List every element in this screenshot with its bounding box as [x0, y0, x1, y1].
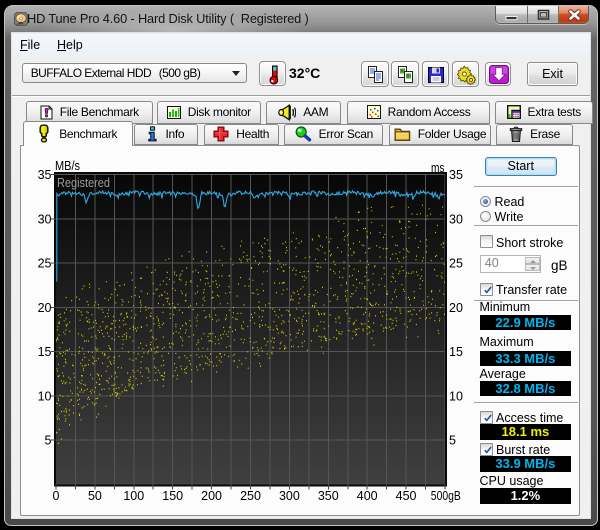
svg-text:25: 25: [38, 257, 52, 271]
svg-text:250: 250: [240, 489, 261, 503]
svg-text:15: 15: [449, 345, 463, 359]
svg-text:450: 450: [396, 489, 417, 503]
svg-text:35: 35: [38, 168, 52, 182]
svg-text:5: 5: [45, 434, 52, 448]
svg-text:150: 150: [162, 489, 183, 503]
svg-text:100: 100: [123, 489, 144, 503]
svg-text:200: 200: [201, 489, 222, 503]
svg-text:0: 0: [53, 489, 60, 503]
svg-text:500gB: 500gB: [431, 489, 461, 503]
svg-text:MB/s: MB/s: [55, 159, 80, 173]
svg-text:5: 5: [449, 434, 456, 448]
svg-text:30: 30: [38, 212, 52, 226]
svg-text:10: 10: [38, 389, 52, 403]
svg-text:30: 30: [449, 212, 463, 226]
svg-text:20: 20: [449, 301, 463, 315]
svg-text:25: 25: [449, 257, 463, 271]
svg-text:35: 35: [449, 168, 463, 182]
svg-text:10: 10: [449, 389, 463, 403]
svg-text:300: 300: [279, 489, 300, 503]
svg-text:400: 400: [357, 489, 378, 503]
svg-text:50: 50: [88, 489, 102, 503]
svg-text:350: 350: [318, 489, 339, 503]
svg-text:20: 20: [38, 301, 52, 315]
svg-text:Registered: Registered: [57, 176, 110, 190]
svg-text:15: 15: [38, 345, 52, 359]
svg-text:ms: ms: [431, 161, 445, 175]
